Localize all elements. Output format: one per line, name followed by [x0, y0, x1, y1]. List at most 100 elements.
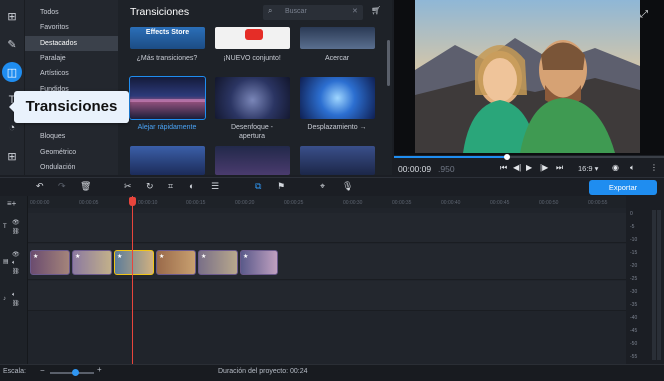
duration-label: Duración del proyecto: 00:24 — [218, 368, 308, 375]
category-item[interactable]: Favoritos — [25, 20, 118, 35]
transition-thumb[interactable] — [215, 27, 290, 49]
link-icon[interactable]: ⛓︎ — [12, 300, 20, 307]
visibility-icon[interactable]: 👁︎ — [12, 251, 20, 258]
transition-thumb[interactable] — [300, 146, 375, 175]
marker-flag-icon[interactable]: ⚑ — [277, 181, 285, 192]
volume-icon[interactable]: 🔈︎ — [12, 260, 16, 267]
visibility-icon[interactable]: 👁︎ — [12, 219, 20, 226]
meter-label: -40 — [630, 315, 638, 321]
duration-value: 00:24 — [290, 368, 308, 375]
play-icon[interactable]: ▶ — [526, 163, 532, 172]
link-icon[interactable]: ⛓︎ — [12, 228, 20, 235]
video-clip[interactable]: ★ — [198, 250, 238, 275]
undo-icon[interactable]: ↶ — [36, 181, 44, 192]
meter-label: -10 — [630, 237, 638, 243]
rotate-icon[interactable]: ↻ — [146, 181, 154, 192]
effects-store-art: Effects Store — [145, 29, 190, 36]
star-icon: ★ — [243, 254, 249, 260]
volume-icon[interactable]: 🔈︎ — [630, 163, 635, 173]
video-clip[interactable]: ★ — [30, 250, 70, 275]
star-icon: ★ — [117, 254, 123, 260]
transitions-icon[interactable]: ◫ — [2, 62, 22, 82]
panel-title: Transiciones — [130, 6, 190, 18]
transition-thumb[interactable] — [130, 146, 205, 175]
panel-scrollbar[interactable] — [387, 40, 390, 86]
meter-label: -45 — [630, 328, 638, 334]
transition-thumb[interactable] — [300, 27, 375, 49]
video-clip-selected[interactable]: ★ — [114, 250, 154, 275]
playhead[interactable] — [132, 196, 133, 364]
transition-label-selected: Alejar rápidamente — [137, 124, 197, 131]
transition-thumb[interactable] — [300, 77, 375, 119]
magic-wand-icon[interactable]: ✎ — [2, 34, 22, 54]
ruler-tick: 00:00:10 — [138, 200, 158, 206]
text-track[interactable] — [28, 213, 626, 243]
category-item[interactable]: Todos — [25, 5, 118, 20]
crop-icon[interactable]: ⌗ — [168, 181, 173, 192]
transition-thumb[interactable] — [215, 77, 290, 119]
meter-label: -30 — [630, 289, 638, 295]
zoom-out-icon[interactable]: − — [40, 366, 45, 375]
youtube-logo-icon — [245, 29, 263, 40]
export-button[interactable]: Exportar — [589, 180, 657, 195]
step-forward-icon[interactable]: |▶︎ — [540, 163, 548, 172]
category-item[interactable]: Paralaje — [25, 51, 118, 66]
progress-knob[interactable] — [504, 154, 510, 160]
clear-search-icon[interactable]: ✕ — [352, 7, 358, 15]
transition-thumb-selected[interactable] — [129, 76, 206, 120]
clip-properties-icon[interactable]: ☰ — [211, 181, 219, 192]
transition-thumb[interactable]: Effects Store — [130, 27, 205, 49]
category-item[interactable]: Ondulación — [25, 160, 118, 175]
cart-icon[interactable]: 🛒︎ — [371, 6, 381, 15]
color-adjust-icon[interactable]: ◐ — [189, 181, 194, 191]
video-clip[interactable]: ★ — [156, 250, 196, 275]
overlay-icon[interactable]: ⧉ — [255, 181, 261, 192]
search-input[interactable] — [263, 5, 363, 20]
transition-label: Desplazamiento → — [307, 124, 367, 131]
location-icon[interactable]: ⌖ — [320, 181, 325, 192]
redo-icon[interactable]: ↷ — [58, 181, 66, 192]
preview-image — [415, 0, 640, 153]
snapshot-icon[interactable]: ◉ — [612, 163, 619, 172]
meter-label: -35 — [630, 302, 638, 308]
more-options-icon[interactable]: ⋮ — [650, 163, 658, 172]
transition-thumb[interactable] — [215, 146, 290, 175]
ruler-tick: 00:00:45 — [490, 200, 510, 206]
aspect-ratio-select[interactable]: 16:9 ▾ — [578, 164, 598, 173]
transition-label: ¡NUEVO conjunto! — [223, 55, 281, 62]
timecode: 00:00:09 — [398, 164, 432, 174]
ruler-tick: 00:00:55 — [588, 200, 608, 206]
zoom-in-icon[interactable]: + — [97, 365, 102, 374]
delete-icon[interactable]: 🗑︎ — [80, 181, 91, 192]
meter-label: 0 — [630, 211, 633, 217]
meter-label: -55 — [630, 354, 638, 360]
category-item[interactable]: Geométrico — [25, 145, 118, 160]
ruler-tick: 00:00:40 — [441, 200, 461, 206]
step-back-icon[interactable]: ◀︎| — [513, 163, 521, 172]
import-icon[interactable]: ⊞ — [2, 6, 22, 26]
fullscreen-icon[interactable]: ⤢ — [640, 9, 648, 20]
video-clip[interactable]: ★ — [240, 250, 278, 275]
meter-label: -50 — [630, 341, 638, 347]
cut-icon[interactable]: ✂ — [124, 181, 132, 192]
category-item-selected[interactable]: Destacados — [25, 36, 118, 51]
video-clip[interactable]: ★ — [72, 250, 112, 275]
microphone-icon[interactable]: 🎙︎ — [342, 181, 353, 192]
skip-start-icon[interactable]: ⏮ — [500, 163, 507, 173]
skip-end-icon[interactable]: ⏭ — [556, 163, 563, 173]
category-item[interactable]: Bloques — [25, 129, 118, 144]
more-tools-icon[interactable]: ⊞ — [2, 146, 22, 166]
category-list: Todos Favoritos Destacados Paralaje Artí… — [24, 0, 118, 175]
category-item[interactable]: Artísticos — [25, 66, 118, 81]
zoom-slider-knob[interactable] — [72, 369, 79, 376]
timeline-ruler[interactable] — [28, 196, 626, 208]
link-icon[interactable]: ⛓︎ — [12, 268, 20, 275]
add-track-icon[interactable]: ≡+ — [7, 199, 16, 208]
audio-track[interactable] — [28, 281, 626, 311]
search-icon: ⌕ — [268, 6, 273, 15]
volume-icon[interactable]: 🔈︎ — [12, 292, 16, 299]
ruler-tick: 00:00:30 — [343, 200, 363, 206]
playhead-handle[interactable] — [129, 197, 136, 206]
ruler-tick: 00:00:25 — [284, 200, 304, 206]
ruler-tick: 00:00:15 — [186, 200, 206, 206]
